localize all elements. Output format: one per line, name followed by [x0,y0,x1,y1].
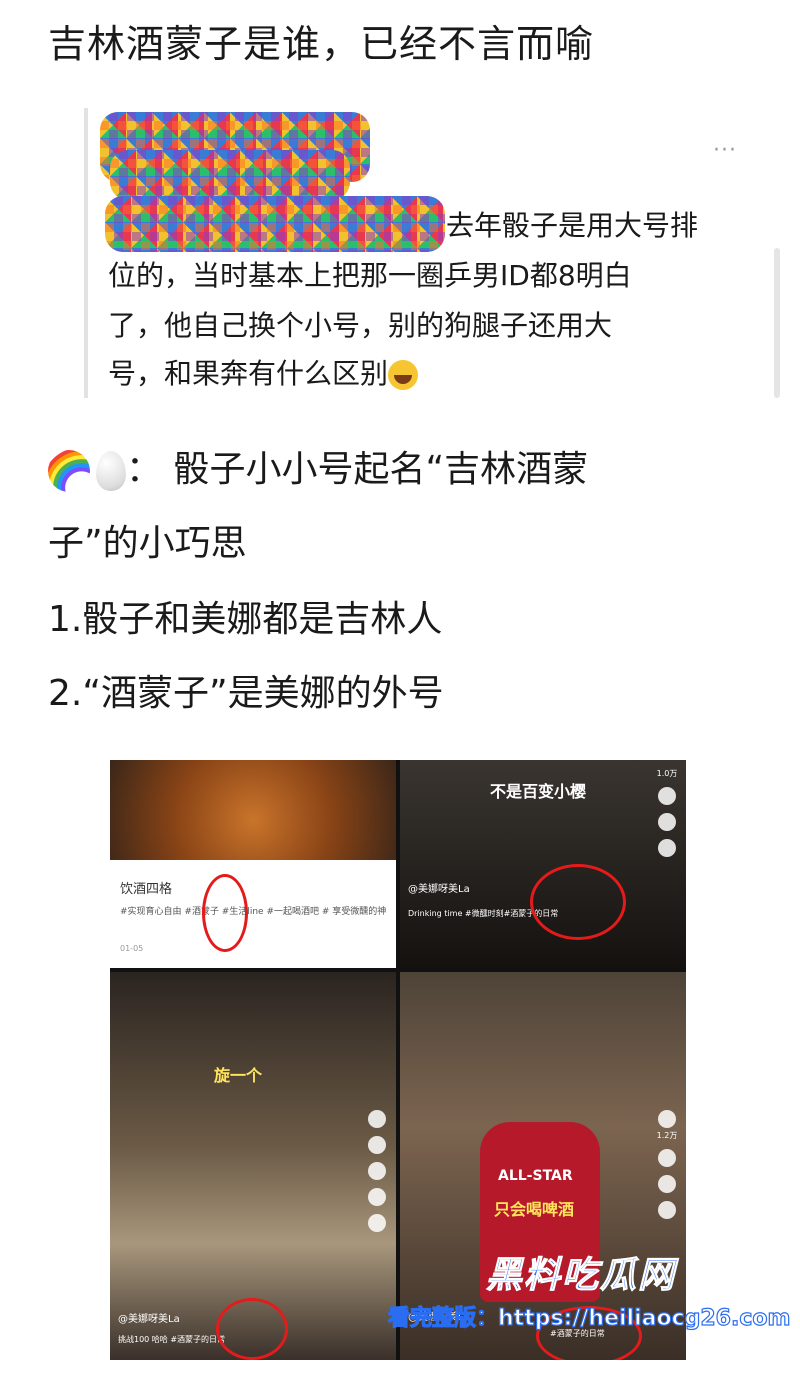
like-icon[interactable] [368,1136,386,1154]
hotpot-photo [110,760,396,860]
collage-panel-video-1: 不是百变小樱 @美娜呀美La Drinking time #微醺时刻#酒蒙子的日… [400,760,686,968]
comment-icon[interactable] [658,1175,676,1193]
scrollbar[interactable] [774,248,780,398]
rainbow-emoji-icon [48,450,90,492]
quote-line-4-text: 号，和果奔有什么区别 [108,357,389,390]
collage-panel-post: 饮酒四格 #实现育心自由 #酒蒙子 #生活line #一起喝酒吧 # 享受微醺的… [110,760,396,968]
site-watermark: 黑料吃瓜网 [485,1255,677,1297]
video-user: @美娜呀美La [118,1314,180,1325]
video-overlay-text: 旋一个 [214,1066,263,1085]
video-overlay-text: 只会喝啤酒 [494,1200,575,1219]
star-icon[interactable] [368,1188,386,1206]
body-line-3: 1.骰子和美娜都是吉林人 [48,599,443,640]
post-title: 吉林酒蒙子是谁，已经不言而喻 [48,22,595,66]
avatar[interactable] [658,1110,676,1128]
jersey-text: ALL-STAR [498,1168,573,1184]
body-line-4: 2.“酒蒙子”是美娜的外号 [48,673,444,714]
quote-line-2: 位的，当时基本上把那一圈乒男ID都8明白 [108,259,632,292]
red-circle-annotation [530,864,626,940]
video-actions[interactable]: 1.0万 [656,768,678,859]
mosaic-censor-middle [110,150,350,200]
body-line-1: ： 骰子小小号起名“吉林酒蒙 [48,440,588,500]
like-count: 1.0万 [656,769,678,778]
like-icon[interactable] [658,1149,676,1167]
star-icon[interactable] [658,1201,676,1219]
share-icon[interactable] [658,839,676,857]
post-caption: 饮酒四格 [120,882,173,897]
like-icon[interactable] [658,787,676,805]
egg-emoji-icon [96,451,126,491]
red-circle-annotation [216,1298,288,1360]
avatar[interactable] [368,1110,386,1128]
collage-panel-video-2: 旋一个 @美娜呀美La 挑战100 哈哈 #酒蒙子的日常 [110,972,396,1360]
comment-icon[interactable] [368,1162,386,1180]
quote-line-3: 了，他自己换个小号，别的狗腿子还用大 [108,309,613,342]
url-watermark: 看完整版：https://heiliaocg26.com [387,1305,791,1331]
more-options-icon[interactable]: ··· [713,138,737,163]
video-actions[interactable] [366,1102,388,1234]
quote-line-4: 号，和果奔有什么区别 [108,354,419,394]
video-desc: 挑战100 哈哈 #酒蒙子的日常 [118,1335,226,1344]
laughing-emoji-icon [388,360,419,390]
mosaic-censor-bottom [105,196,445,252]
star-icon[interactable] [658,813,676,831]
post-hashtags: #实现育心自由 #酒蒙子 #生活line #一起喝酒吧 # 享受微醺的神 [120,907,387,917]
video-banner: 不是百变小樱 [490,782,587,801]
video-actions[interactable]: 1.2万 [656,1102,678,1221]
quote-line-1: 去年骰子是用大号排 [446,209,699,242]
video-user: @美娜呀美La [408,884,470,895]
body-line-1-text: ： 骰子小小号起名“吉林酒蒙 [126,449,589,490]
red-circle-annotation [202,874,248,952]
share-icon[interactable] [368,1214,386,1232]
like-count: 1.2万 [656,1131,678,1140]
post-date: 01-05 [120,944,144,953]
body-line-2: 子”的小巧思 [48,523,247,564]
